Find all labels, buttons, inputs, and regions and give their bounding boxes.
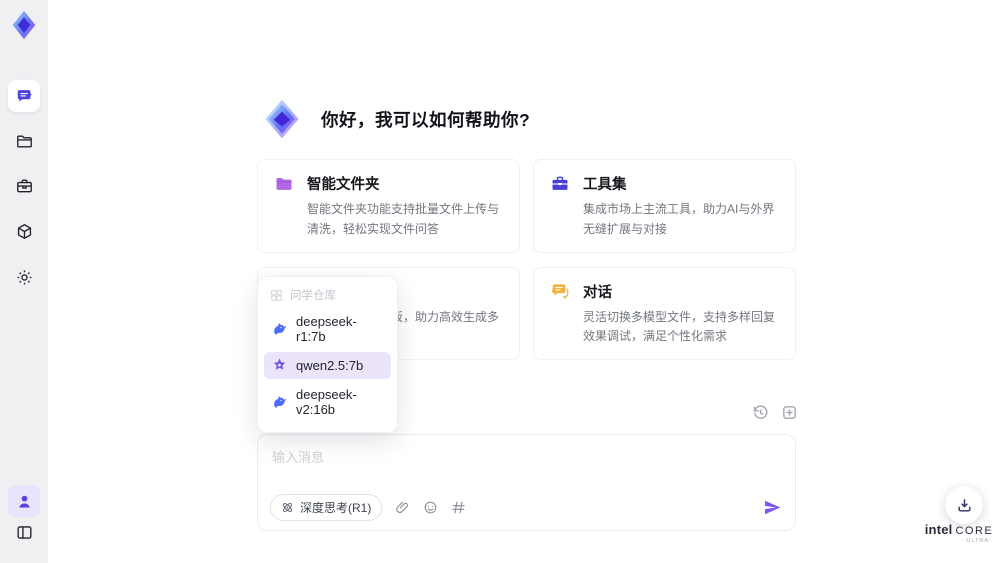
card-dialogue[interactable]: 对话 灵活切换多模型文件，支持多样回复效果调试，满足个性化需求 (533, 266, 796, 361)
card-description: 智能文件夹功能支持批量文件上传与清洗，轻松实现文件问答 (307, 202, 500, 236)
hash-icon (452, 501, 466, 514)
deepseek-icon (274, 396, 287, 408)
send-icon (764, 500, 781, 515)
greeting: 你好，我可以如何帮助你? (260, 97, 530, 141)
history-icon (753, 405, 768, 419)
model-option-qwen[interactable]: qwen2.5:7b (264, 352, 391, 379)
deep-think-toggle[interactable]: 深度思考(R1) (270, 494, 383, 521)
new-chat-icon (783, 406, 796, 419)
sidebar-item-user[interactable] (8, 485, 40, 517)
history-button[interactable] (752, 404, 769, 421)
sidebar-item-settings[interactable] (8, 261, 40, 293)
card-description: 集成市场上主流工具，助力AI与外界无缝扩展与对接 (583, 202, 775, 236)
atom-icon (283, 503, 292, 512)
sidebar-item-folders[interactable] (8, 125, 40, 157)
model-option-deepseek-r1[interactable]: deepseek-r1:7b (264, 309, 391, 349)
deepseek-icon (274, 323, 287, 335)
emoji-button[interactable] (423, 500, 438, 515)
card-title: 对话 (583, 284, 612, 301)
smart-folder-icon (276, 177, 292, 190)
paperclip-icon (396, 501, 409, 514)
new-chat-button[interactable] (781, 404, 798, 421)
chat-icon (17, 89, 32, 102)
ultra-wordmark: ULTRA (966, 538, 989, 544)
input-placeholder: 输入消息 (272, 450, 325, 465)
card-toolset[interactable]: 工具集 集成市场上主流工具，助力AI与外界无缝扩展与对接 (533, 159, 796, 253)
briefcase-icon (16, 178, 32, 192)
intel-core-logo: intel CORE ULTRA (924, 522, 994, 544)
toolset-icon (552, 176, 568, 190)
prompt-tags-button[interactable] (451, 500, 466, 515)
conversation-actions (752, 404, 798, 421)
intel-wordmark: intel (924, 522, 953, 537)
panel-icon (16, 525, 32, 539)
sidebar (0, 0, 48, 563)
app-logo-icon (7, 8, 41, 42)
attach-button[interactable] (395, 500, 410, 515)
app-window: 你好，我可以如何帮助你? 智能文件夹 智能文件夹功能支持批量文件上传与清洗，轻松… (0, 0, 1000, 563)
sidebar-item-models[interactable] (8, 215, 40, 247)
greeting-title: 你好，我可以如何帮助你? (321, 109, 531, 130)
core-wordmark: CORE (955, 525, 994, 537)
cube-icon (17, 223, 31, 239)
emoji-icon (424, 501, 437, 514)
sidebar-item-chat[interactable] (8, 80, 40, 112)
dialogue-icon (552, 284, 569, 300)
card-description: 灵活切换多模型文件，支持多样回复效果调试，满足个性化需求 (583, 309, 776, 344)
gear-icon (17, 270, 31, 284)
sidebar-item-toolbox[interactable] (8, 170, 40, 202)
model-option-deepseek-v2[interactable]: deepseek-v2:16b (264, 382, 391, 422)
download-icon (957, 498, 971, 512)
sidebar-item-panel-toggle[interactable] (8, 516, 40, 548)
assistant-logo-icon (260, 97, 304, 141)
card-title: 智能文件夹 (307, 177, 380, 193)
card-title: 工具集 (583, 177, 627, 193)
qwen-icon (273, 358, 286, 370)
card-smart-folder[interactable]: 智能文件夹 智能文件夹功能支持批量文件上传与清洗，轻松实现文件问答 (257, 159, 520, 253)
folder-icon (16, 135, 32, 147)
send-button[interactable] (763, 498, 782, 517)
repo-icon (271, 289, 282, 301)
message-input[interactable]: 输入消息 深度思考(R1) (257, 434, 796, 531)
user-icon (18, 495, 30, 507)
input-toolbar: 深度思考(R1) (270, 494, 782, 521)
model-dropdown: 问学仓库 deepseek-r1:7b qwen2.5:7b deepseek-… (257, 276, 398, 433)
download-button[interactable] (945, 486, 983, 524)
model-group-label: 问学仓库 (258, 282, 397, 306)
